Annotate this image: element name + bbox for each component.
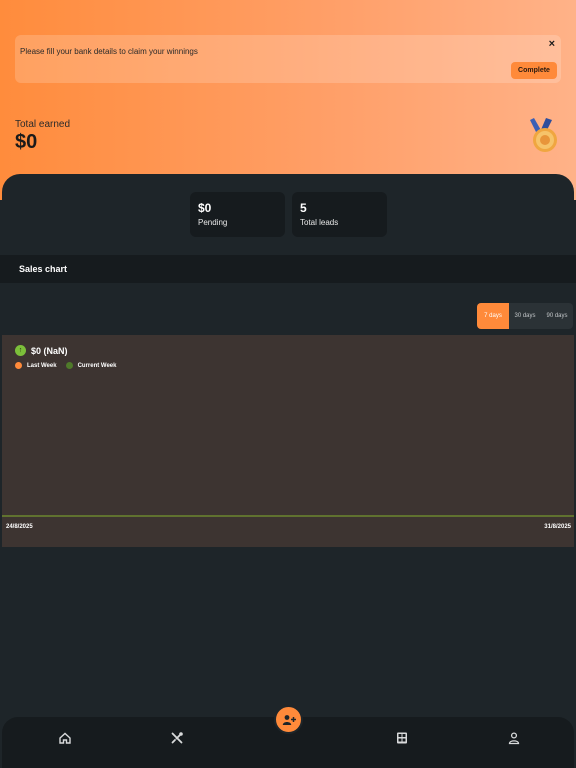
legend-label-last-week: Last Week — [27, 362, 57, 369]
legend-last-week: Last Week — [15, 362, 57, 369]
chart-total: ↑ $0 (NaN) — [15, 345, 68, 356]
total-leads-value: 5 — [300, 201, 307, 215]
range-30-days[interactable]: 30 days — [509, 303, 541, 329]
range-7-days[interactable]: 7 days — [477, 303, 509, 329]
sales-chart-title: Sales chart — [19, 264, 68, 274]
sales-chart: ↑ $0 (NaN) Last Week Current Week 24/8/2… — [2, 335, 574, 547]
x-tick-start: 24/8/2025 — [6, 524, 33, 530]
tools-icon[interactable] — [170, 731, 184, 745]
earnings-header: Please fill your bank details to claim y… — [0, 0, 576, 200]
chart-total-value: $0 (NaN) — [31, 345, 68, 356]
total-leads-label: Total leads — [300, 218, 339, 227]
range-90-days[interactable]: 90 days — [541, 303, 573, 329]
total-earned-value: $0 — [15, 131, 38, 153]
pending-card: $0 Pending — [190, 192, 285, 237]
legend-dot-current-week — [65, 362, 73, 369]
close-icon[interactable]: × — [549, 38, 555, 50]
legend-current-week: Current Week — [65, 362, 117, 369]
chart-legend: Last Week Current Week — [15, 362, 125, 369]
sales-chart-header: Sales chart — [0, 255, 576, 283]
medal-icon — [530, 118, 557, 152]
pending-value: $0 — [198, 201, 212, 215]
calculator-icon[interactable] — [395, 731, 409, 745]
pending-label: Pending — [198, 218, 228, 227]
legend-label-current-week: Current Week — [77, 362, 117, 369]
complete-button[interactable]: Complete — [511, 62, 557, 79]
profile-icon[interactable] — [507, 731, 521, 745]
total-earned-label: Total earned — [15, 119, 71, 130]
range-selector: 7 days 30 days 90 days — [477, 303, 573, 329]
bank-details-banner: Please fill your bank details to claim y… — [15, 35, 561, 83]
add-lead-button[interactable] — [274, 705, 303, 734]
add-lead-icon — [282, 714, 296, 725]
legend-dot-last-week — [15, 362, 22, 369]
total-leads-card: 5 Total leads — [292, 192, 387, 237]
trend-up-icon: ↑ — [15, 345, 26, 356]
x-tick-end: 31/8/2025 — [544, 524, 571, 530]
banner-message: Please fill your bank details to claim y… — [20, 47, 198, 56]
home-icon[interactable] — [58, 731, 72, 745]
